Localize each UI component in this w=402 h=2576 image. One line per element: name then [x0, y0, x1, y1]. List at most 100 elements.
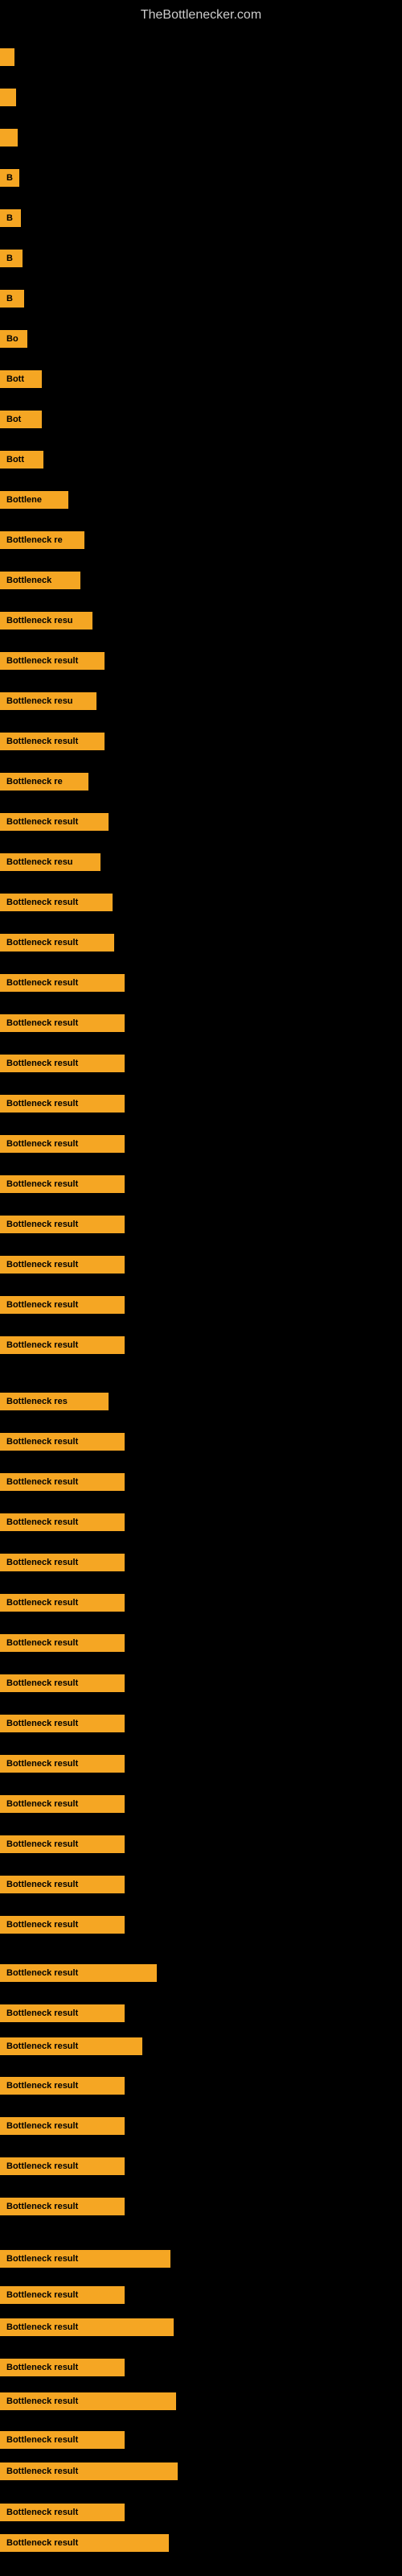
bar-rect: Bottleneck [0, 572, 80, 589]
bar-label: Bottleneck result [3, 2290, 81, 2300]
bar-rect [0, 48, 14, 66]
bar-rect: Bottleneck re [0, 773, 88, 791]
bar-rect: Bottlene [0, 491, 68, 509]
bar-rect: Bottleneck result [0, 934, 114, 952]
bar-rect: Bottleneck result [0, 2431, 125, 2449]
bar-rect: Bottleneck result [0, 1433, 125, 1451]
bar-label: Bottleneck result [3, 737, 81, 746]
bar-item: Bottleneck result [0, 2004, 125, 2022]
bar-label: Bott [3, 374, 27, 384]
bar-label: Bottleneck resu [3, 696, 76, 706]
bar-rect: Bottleneck result [0, 1554, 125, 1571]
bar-label: Bottleneck result [3, 978, 81, 988]
bar-label: Bottleneck result [3, 938, 81, 947]
bar-rect: Bottleneck result [0, 1916, 125, 1934]
bar-item: Bottleneck result [0, 894, 113, 911]
site-title: TheBottlenecker.com [0, 0, 402, 27]
bar-item: Bottleneck result [0, 1055, 125, 1072]
bar-rect: Bottleneck result [0, 733, 105, 750]
bar-item: B [0, 209, 21, 227]
bar-label: Bottleneck result [3, 1638, 81, 1648]
bar-rect: Bottleneck result [0, 2392, 176, 2410]
bar-rect: Bottleneck result [0, 1715, 125, 1732]
bar-rect: Bo [0, 330, 27, 348]
bar-rect: Bottleneck result [0, 2157, 125, 2175]
bar-item: Bottleneck result [0, 2286, 125, 2304]
bar-rect: B [0, 209, 21, 227]
bar-rect: Bottleneck re [0, 531, 84, 549]
bar-item: Bottleneck result [0, 2318, 174, 2336]
bar-item: Bottleneck result [0, 1256, 125, 1274]
bar-label: Bo [3, 334, 22, 344]
bar-item: Bottleneck result [0, 1014, 125, 1032]
bar-item: Bottleneck result [0, 1473, 125, 1491]
bar-label: B [3, 173, 16, 183]
bar-item [0, 48, 14, 66]
bar-label: Bottleneck result [3, 1719, 81, 1728]
bar-label: Bottleneck result [3, 2435, 81, 2445]
bar-item: B [0, 250, 23, 267]
bar-item: Bottleneck result [0, 1755, 125, 1773]
bar-rect [0, 129, 18, 147]
bar-item: Bottleneck resu [0, 692, 96, 710]
bar-item: Bottleneck re [0, 773, 88, 791]
bar-item: Bottleneck result [0, 1095, 125, 1113]
bar-item: Bottleneck result [0, 2534, 169, 2552]
bar-item: Bottleneck result [0, 1175, 125, 1193]
bar-rect: Bottleneck resu [0, 853, 100, 871]
bar-item: Bot [0, 411, 42, 428]
bar-label: Bottleneck result [3, 2161, 81, 2171]
bar-rect: Bottleneck result [0, 1835, 125, 1853]
bar-rect: Bottleneck result [0, 1095, 125, 1113]
bar-rect: Bottleneck result [0, 1135, 125, 1153]
bar-rect: Bottleneck resu [0, 692, 96, 710]
bar-label: Bottleneck result [3, 656, 81, 666]
bar-label: Bottleneck result [3, 1880, 81, 1889]
bar-label: Bottleneck result [3, 1139, 81, 1149]
bar-rect: B [0, 290, 24, 308]
bar-rect: Bottleneck result [0, 1795, 125, 1813]
bar-label: Bottleneck result [3, 1018, 81, 1028]
bar-item: Bottleneck result [0, 1296, 125, 1314]
bar-label: Bottleneck result [3, 2254, 81, 2264]
bar-label: Bottleneck re [3, 777, 66, 786]
bar-rect: Bottleneck result [0, 2250, 170, 2268]
bar-label: Bottleneck result [3, 1598, 81, 1608]
bar-rect: Bottleneck resu [0, 612, 92, 630]
bar-label: Bottleneck result [3, 2508, 81, 2517]
bar-rect: Bottleneck result [0, 1964, 157, 1982]
bar-item: Bottleneck result [0, 1916, 125, 1934]
bar-item: Bottleneck result [0, 1715, 125, 1732]
bar-rect: Bottleneck result [0, 2534, 169, 2552]
bar-label: Bottleneck resu [3, 857, 76, 867]
bar-label: Bottleneck result [3, 1839, 81, 1849]
bar-item: Bottleneck result [0, 1876, 125, 1893]
bar-item: Bottleneck result [0, 2504, 125, 2521]
bar-label: Bottleneck result [3, 1260, 81, 1269]
bar-label: Bottlene [3, 495, 45, 505]
bar-label: Bottleneck result [3, 1340, 81, 1350]
bar-label: Bottleneck res [3, 1397, 71, 1406]
bar-rect: Bottleneck result [0, 2286, 125, 2304]
bar-label: Bottleneck result [3, 1179, 81, 1189]
bar-rect: Bottleneck result [0, 1513, 125, 1531]
bar-item: Bottleneck result [0, 1216, 125, 1233]
bar-item: Bottleneck result [0, 2077, 125, 2095]
bar-item: B [0, 290, 24, 308]
bar-label: Bottleneck result [3, 2202, 81, 2211]
bar-item: Bottleneck result [0, 1674, 125, 1692]
bar-rect: B [0, 169, 19, 187]
bar-item: Bottleneck result [0, 2462, 178, 2480]
bar-item [0, 89, 16, 106]
bar-rect: Bottleneck result [0, 1055, 125, 1072]
bar-label: Bottleneck re [3, 535, 66, 545]
bar-item: Bottleneck resu [0, 853, 100, 871]
bar-label: Bot [3, 415, 24, 424]
bar-rect: Bottleneck result [0, 2004, 125, 2022]
bar-rect: Bottleneck result [0, 2198, 125, 2215]
bar-item: Bottleneck result [0, 2117, 125, 2135]
bar-item: Bo [0, 330, 27, 348]
bar-rect: Bottleneck result [0, 1674, 125, 1692]
bar-item: Bottleneck result [0, 1433, 125, 1451]
bar-rect: Bottleneck result [0, 2117, 125, 2135]
